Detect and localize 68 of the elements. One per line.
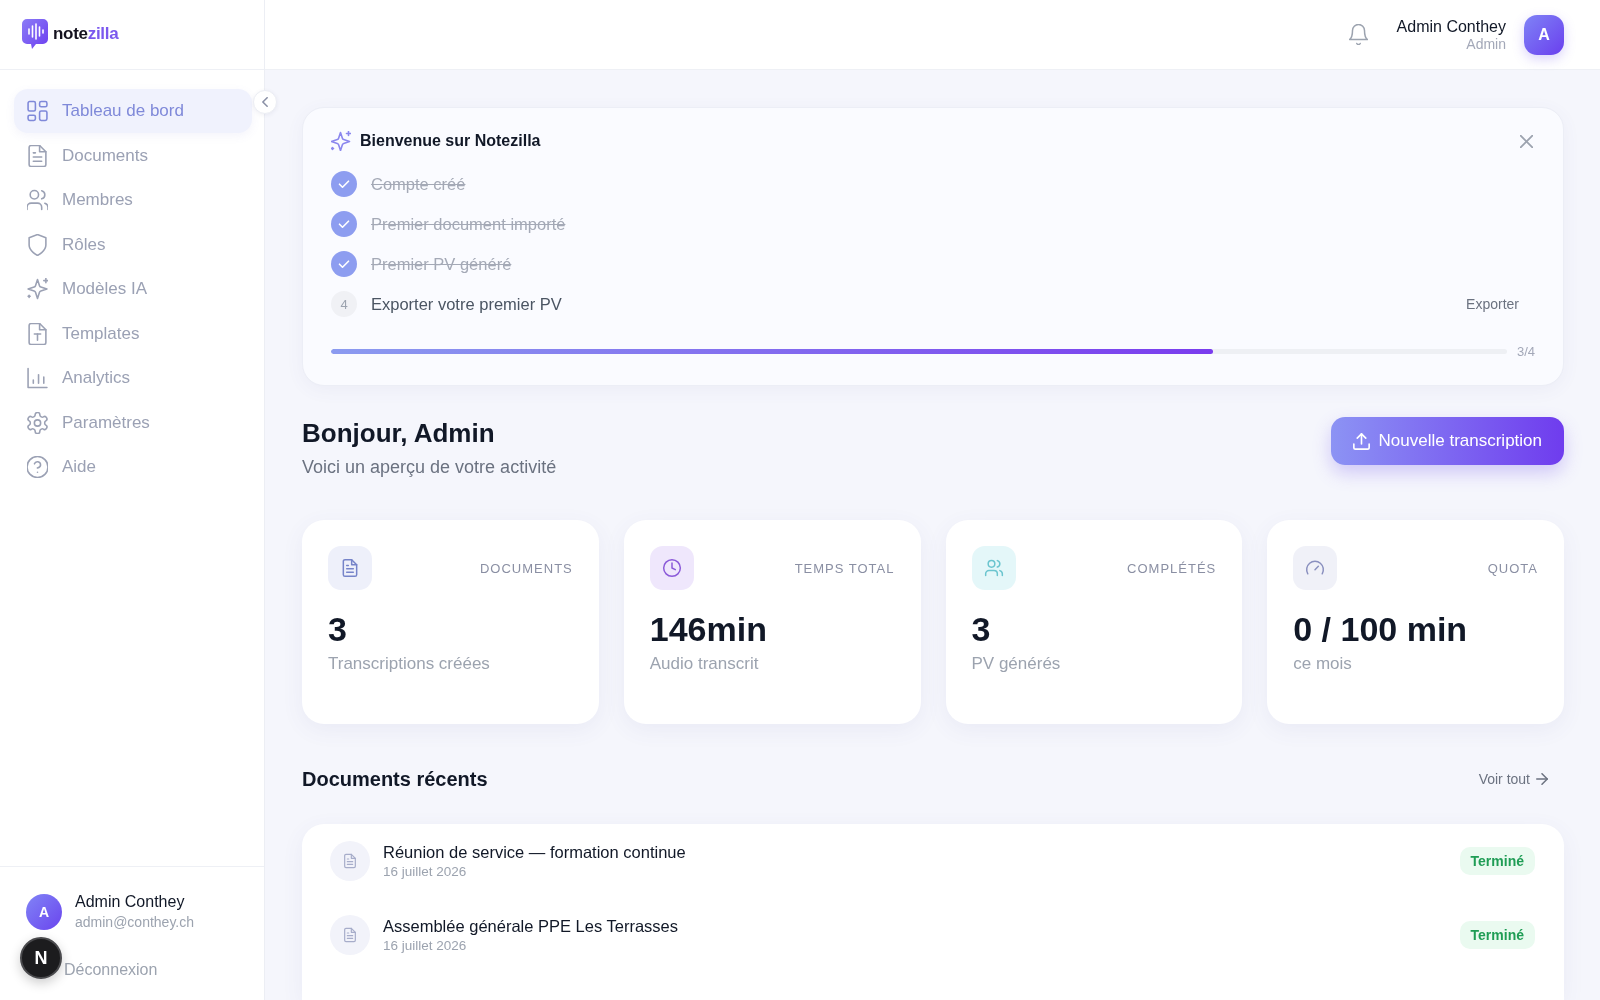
sparkle-icon: [331, 131, 351, 151]
greeting-title: Bonjour, Admin: [302, 417, 496, 449]
view-all-link[interactable]: Voir tout: [1478, 771, 1548, 787]
nav-item[interactable]: Documents: [14, 133, 252, 178]
stat-caption: PV générés: [971, 654, 1062, 674]
stat-value: 146min: [649, 609, 768, 649]
user-role: Admin: [1466, 35, 1506, 53]
nav-item[interactable]: Tableau de bord: [14, 89, 252, 133]
nav-item[interactable]: Aide: [14, 445, 252, 489]
bar-chart-icon: [27, 367, 48, 389]
user-name: Admin Conthey: [1396, 16, 1506, 36]
stat-caption: Audio transcrit: [649, 654, 760, 674]
greeting-subtitle: Voici un aperçu de votre activité: [302, 456, 557, 478]
dashboard-icon: [27, 100, 48, 122]
step-number: 4: [331, 291, 357, 317]
logo-icon: [22, 18, 48, 49]
document-date: 16 juillet 2026: [383, 938, 468, 954]
nav-item[interactable]: Rôles: [14, 222, 252, 267]
new-transcription-button[interactable]: Nouvelle transcription: [1330, 417, 1564, 465]
section-title: Documents récents: [302, 767, 488, 791]
export-link[interactable]: Exporter: [1458, 292, 1527, 316]
document-icon: [330, 841, 370, 881]
document-title[interactable]: Réunion de service — formation continue: [383, 842, 1447, 862]
collapse-button[interactable]: [253, 90, 277, 114]
shield-icon: [27, 233, 48, 256]
stat-caption: ce mois: [1293, 654, 1353, 674]
status-badge: Terminé: [1459, 847, 1535, 875]
stat-label: DOCUMENTS: [479, 560, 573, 576]
document-icon: [27, 144, 48, 167]
nav-item[interactable]: Paramètres: [14, 400, 252, 445]
user-name: Admin Conthey: [75, 893, 186, 911]
chevron-left-icon: [262, 97, 268, 107]
template-icon: [27, 322, 48, 345]
users-icon: [27, 189, 48, 211]
sparkle-icon: [27, 278, 48, 300]
arrow-right-icon: [1536, 773, 1548, 785]
logout-link[interactable]: Déconnexion: [64, 960, 158, 980]
status-badge: Terminé: [1459, 921, 1535, 949]
help-icon: [27, 456, 48, 478]
dev-tools-button[interactable]: N: [20, 937, 62, 979]
stat-value: 0 / 100 min: [1293, 609, 1469, 649]
step-label: Premier PV généré: [371, 254, 513, 274]
nav-item[interactable]: Modèles IA: [14, 267, 252, 311]
stat-label: TEMPS TOTAL: [794, 560, 895, 576]
step-label: Exporter votre premier PV: [371, 294, 563, 314]
user-email: admin@conthey.ch: [75, 914, 194, 930]
stat-label: COMPLÉTÉS: [1127, 560, 1217, 576]
document-date: 16 juillet 2026: [383, 864, 468, 880]
progress-count: 3/4: [1516, 344, 1535, 359]
nav-item[interactable]: Templates: [14, 311, 252, 356]
step-label: Compte créé: [371, 174, 467, 194]
document-icon: [330, 915, 370, 955]
stat-caption: Transcriptions créées: [328, 654, 491, 674]
step-label: Premier document importé: [371, 214, 567, 234]
nav-item[interactable]: Analytics: [14, 356, 252, 400]
logo-wordmark: notezilla: [53, 23, 119, 44]
upload-icon: [1352, 432, 1370, 450]
nav-item[interactable]: Membres: [14, 178, 252, 222]
settings-icon: [27, 411, 48, 434]
user-avatar[interactable]: A: [1524, 14, 1564, 55]
user-avatar: A: [26, 893, 62, 930]
close-icon[interactable]: [1520, 134, 1533, 148]
stat-value: 3: [971, 609, 992, 649]
stat-label: QUOTA: [1487, 560, 1538, 576]
notification-bell-icon[interactable]: [1348, 24, 1368, 45]
stat-value: 3: [328, 609, 348, 649]
document-title[interactable]: Assemblée générale PPE Les Terrasses: [383, 916, 1447, 936]
onboarding-title: Bienvenue sur Notezilla: [360, 132, 542, 150]
